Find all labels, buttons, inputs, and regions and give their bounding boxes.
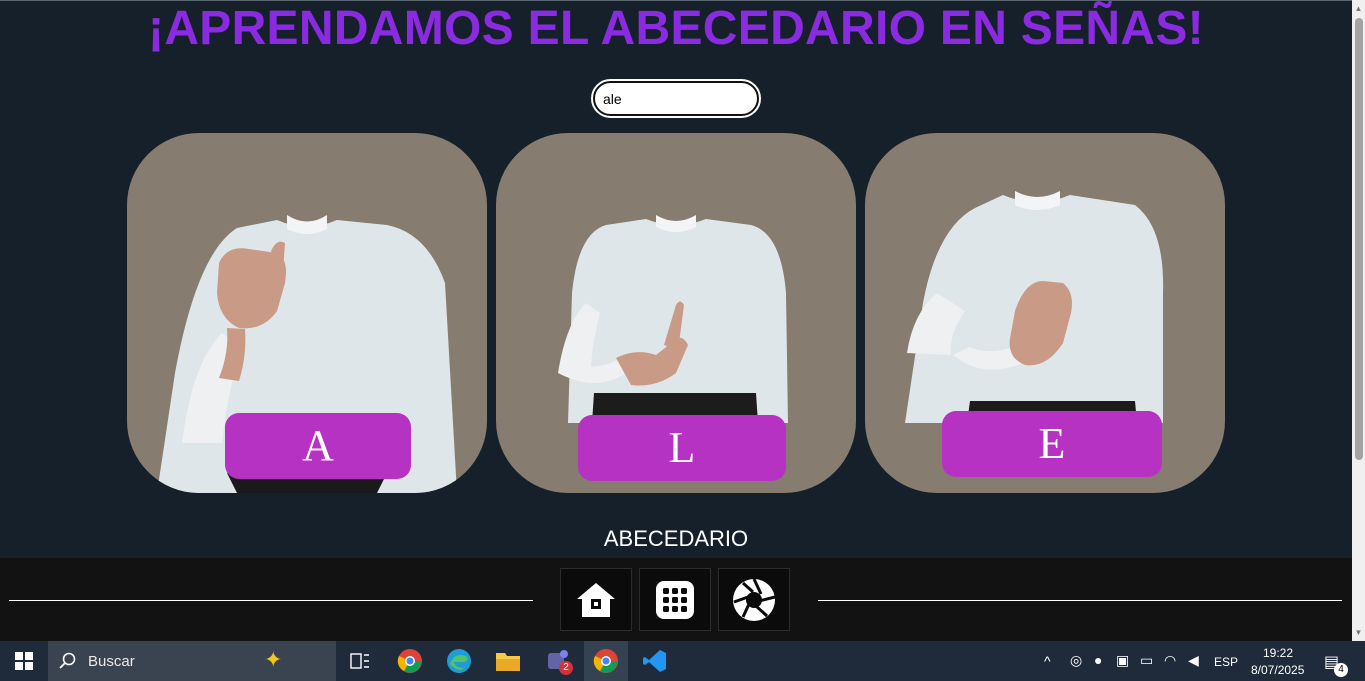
windows-icon (15, 652, 33, 670)
chrome-app[interactable] (388, 641, 432, 681)
alphabet-grid-button[interactable] (639, 568, 711, 631)
edge-app[interactable] (437, 641, 481, 681)
clock-date[interactable]: 8/07/2025 (1251, 663, 1304, 677)
section-label: ABECEDARIO (603, 526, 749, 551)
divider (818, 600, 1342, 601)
meet-icon[interactable]: ◎ (1070, 652, 1082, 669)
language-indicator[interactable]: ESP (1214, 655, 1238, 669)
grid-icon (656, 580, 694, 619)
search-input[interactable] (591, 79, 761, 118)
scroll-down-icon[interactable]: ▼ (1354, 628, 1363, 637)
clock-time[interactable]: 19:22 (1263, 646, 1293, 660)
letter-badge: L (578, 415, 786, 481)
wifi-icon[interactable]: ◠ (1164, 652, 1176, 669)
page-scrollbar[interactable]: ▲ ▼ (1352, 0, 1365, 641)
home-button[interactable] (560, 568, 632, 631)
scroll-thumb[interactable] (1355, 18, 1363, 460)
sparkle-icon: ✦ (264, 647, 283, 672)
top-border (0, 0, 1352, 1)
edge-icon (447, 649, 471, 673)
sign-card-e[interactable]: E (865, 133, 1225, 493)
web-page: ¡APRENDAMOS EL ABECEDARIO EN SEÑAS! A L (0, 0, 1352, 641)
page-title: ¡APRENDAMOS EL ABECEDARIO EN SEÑAS! (148, 2, 1204, 55)
sign-card-l[interactable]: L (496, 133, 856, 493)
sign-card-a[interactable]: A (127, 133, 487, 493)
network-status-icon[interactable]: ▣ (1116, 652, 1129, 669)
file-explorer-app[interactable] (486, 641, 530, 681)
scroll-up-icon[interactable]: ▲ (1354, 4, 1363, 13)
task-view-icon (350, 653, 369, 669)
notifications-count: 4 (1334, 663, 1348, 677)
taskbar: Buscar ✦ 2 ^ ◎ ● ▣ ▭ ◠ ◀ ESP 19:22 8/07/… (0, 641, 1365, 681)
bottom-nav (0, 558, 1352, 641)
microphone-icon[interactable]: ● (1094, 652, 1102, 668)
letter-badge: E (942, 411, 1162, 477)
folder-icon (496, 653, 520, 671)
taskbar-search[interactable]: Buscar ✦ (48, 641, 336, 681)
start-button[interactable] (2, 641, 46, 681)
search-icon (59, 652, 76, 669)
vscode-icon (643, 650, 666, 672)
chrome-app-active[interactable] (584, 641, 628, 681)
notification-badge: 2 (559, 661, 573, 675)
chrome-icon (397, 649, 422, 673)
task-view-button[interactable] (338, 641, 382, 681)
volume-icon[interactable]: ◀ (1188, 652, 1199, 669)
chevron-up-icon[interactable]: ^ (1044, 653, 1051, 669)
taskbar-search-label: Buscar (88, 653, 135, 670)
chrome-icon (593, 649, 618, 673)
teams-app[interactable]: 2 (535, 641, 579, 681)
home-icon (577, 582, 615, 617)
divider (9, 600, 533, 601)
vscode-app[interactable] (633, 641, 677, 681)
letter-badge: A (225, 413, 411, 479)
camera-shutter-icon (733, 577, 776, 621)
camera-button[interactable] (718, 568, 790, 631)
battery-icon[interactable]: ▭ (1140, 652, 1153, 669)
